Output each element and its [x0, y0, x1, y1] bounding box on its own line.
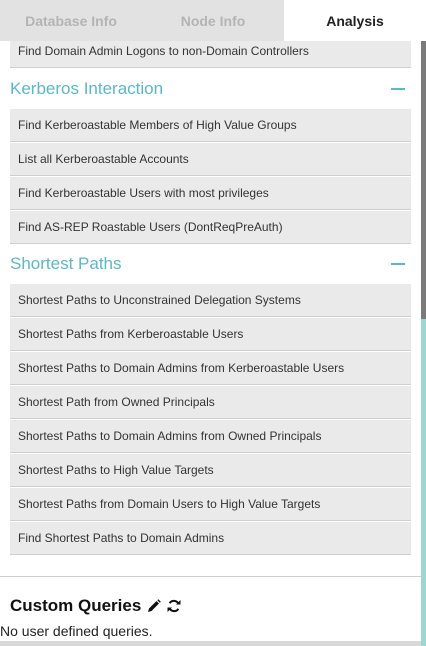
collapse-icon[interactable]: [391, 263, 405, 265]
query-item[interactable]: Find Shortest Paths to Domain Admins: [10, 522, 411, 555]
query-item[interactable]: Shortest Paths to High Value Targets: [10, 454, 411, 487]
section-header-kerberos[interactable]: Kerberos Interaction: [10, 73, 411, 105]
custom-queries-empty-text: No user defined queries.: [0, 623, 153, 639]
query-item[interactable]: Find Domain Admin Logons to non-Domain C…: [10, 41, 411, 68]
query-item[interactable]: Shortest Path from Owned Principals: [10, 386, 411, 419]
custom-queries-header: Custom Queries: [10, 594, 181, 618]
custom-queries-title: Custom Queries: [10, 596, 142, 615]
scrollbar-track-lower: [421, 319, 426, 646]
tab-bar: Database Info Node Info Analysis: [0, 0, 426, 41]
analysis-panel: Find Domain Admin Logons to non-Domain C…: [0, 41, 421, 641]
tab-node-info[interactable]: Node Info: [142, 0, 284, 41]
collapse-icon[interactable]: [391, 88, 405, 90]
query-item[interactable]: List all Kerberoastable Accounts: [10, 143, 411, 176]
query-item[interactable]: Find Kerberoastable Users with most priv…: [10, 177, 411, 210]
tab-database-info[interactable]: Database Info: [0, 0, 142, 41]
query-item[interactable]: Find Kerberoastable Members of High Valu…: [10, 109, 411, 142]
section-header-shortest-paths[interactable]: Shortest Paths: [10, 248, 411, 280]
section-title: Shortest Paths: [10, 254, 122, 273]
scrollbar-thumb[interactable]: [421, 41, 426, 319]
scrollbar[interactable]: [421, 41, 426, 646]
query-item[interactable]: Shortest Paths to Domain Admins from Own…: [10, 420, 411, 453]
query-item[interactable]: Shortest Paths to Domain Admins from Ker…: [10, 352, 411, 385]
query-item[interactable]: Shortest Paths to Unconstrained Delegati…: [10, 284, 411, 317]
query-item[interactable]: Find AS-REP Roastable Users (DontReqPreA…: [10, 211, 411, 244]
panel-bottom-edge: [0, 641, 421, 646]
section-title: Kerberos Interaction: [10, 79, 164, 98]
refresh-icon[interactable]: [167, 599, 181, 613]
tab-analysis[interactable]: Analysis: [284, 0, 426, 41]
divider: [0, 576, 421, 577]
query-item[interactable]: Shortest Paths from Kerberoastable Users: [10, 318, 411, 351]
pencil-icon[interactable]: [147, 599, 162, 613]
query-item[interactable]: Shortest Paths from Domain Users to High…: [10, 488, 411, 521]
